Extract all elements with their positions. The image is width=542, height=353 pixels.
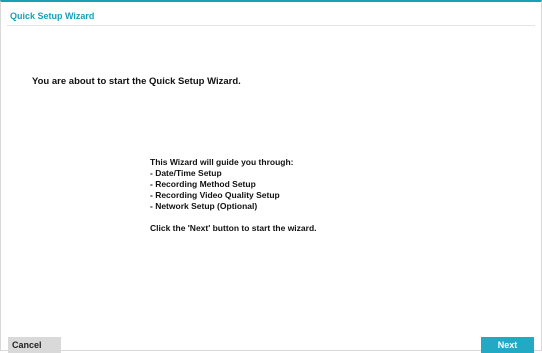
guide-item-recording-method: - Recording Method Setup <box>150 179 256 189</box>
guide-block: This Wizard will guide you through: - Da… <box>150 157 317 234</box>
wizard-title: Quick Setup Wizard <box>10 11 95 21</box>
guide-spacer <box>150 212 317 223</box>
guide-item-recording-quality: - Recording Video Quality Setup <box>150 190 280 200</box>
guide-heading: This Wizard will guide you through: <box>150 157 294 167</box>
guide-item-date-time: - Date/Time Setup <box>150 168 222 178</box>
title-divider <box>7 25 535 26</box>
wizard-window: Quick Setup Wizard You are about to star… <box>0 0 542 353</box>
guide-item-network: - Network Setup (Optional) <box>150 201 258 211</box>
intro-text: You are about to start the Quick Setup W… <box>32 76 241 87</box>
guide-instruction: Click the 'Next' button to start the wiz… <box>150 223 317 233</box>
